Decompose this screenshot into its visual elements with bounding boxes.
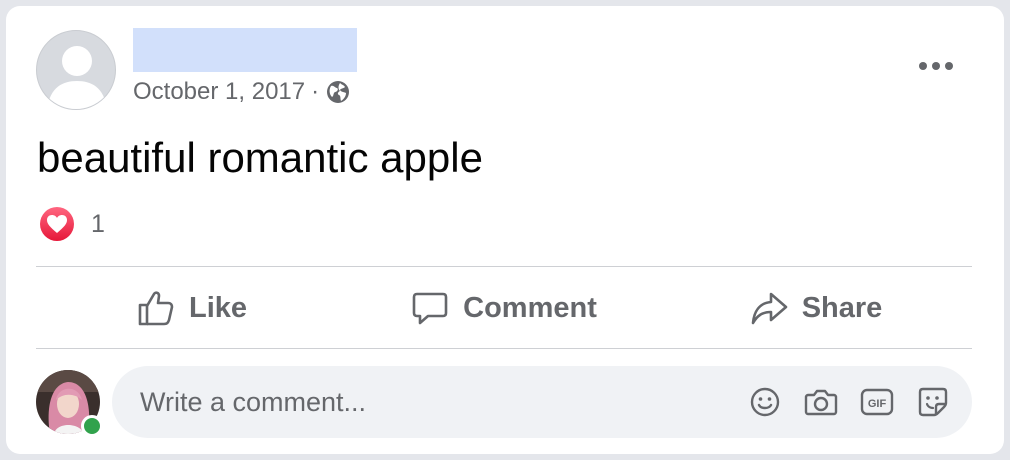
comment-input[interactable]: [138, 385, 726, 419]
svg-text:GIF: GIF: [868, 398, 887, 410]
post-text: beautiful romantic apple: [37, 134, 483, 181]
comment-composer[interactable]: GIF: [112, 366, 972, 438]
divider: [36, 348, 972, 349]
thumbs-up-icon: [138, 291, 174, 326]
emoji-icon[interactable]: [748, 385, 782, 419]
like-label: Like: [188, 291, 248, 324]
more-options-button[interactable]: [912, 50, 960, 82]
current-user-avatar[interactable]: [36, 370, 103, 437]
post-date[interactable]: October 1, 2017: [133, 78, 305, 106]
comment-bubble-icon: [412, 292, 448, 325]
comment-tools: GIF: [726, 385, 950, 419]
reactions-summary[interactable]: 1: [39, 206, 105, 242]
divider: [36, 266, 972, 267]
love-reaction-icon: [40, 207, 74, 241]
share-arrow-icon: [751, 292, 787, 325]
reaction-count: 1: [91, 209, 105, 238]
sticker-icon[interactable]: [916, 385, 950, 419]
post-meta: October 1, 2017 ·: [133, 78, 351, 106]
like-button[interactable]: Like: [36, 268, 348, 348]
online-status-dot: [81, 415, 103, 437]
camera-icon[interactable]: [804, 385, 838, 419]
more-horizontal-icon: [919, 62, 953, 70]
action-bar: Like Comment Share: [36, 268, 972, 348]
share-label: Share: [801, 291, 883, 324]
default-avatar-icon: [47, 46, 107, 109]
meta-separator: ·: [311, 78, 320, 105]
gif-icon[interactable]: GIF: [860, 385, 894, 419]
comment-label: Comment: [463, 291, 597, 324]
post-card: October 1, 2017 · beautiful romantic app…: [6, 6, 1004, 454]
share-button[interactable]: Share: [660, 268, 972, 348]
author-avatar[interactable]: [36, 30, 116, 110]
globe-icon[interactable]: [325, 79, 351, 105]
comment-button[interactable]: Comment: [348, 268, 660, 348]
author-name-redacted[interactable]: [133, 28, 357, 72]
